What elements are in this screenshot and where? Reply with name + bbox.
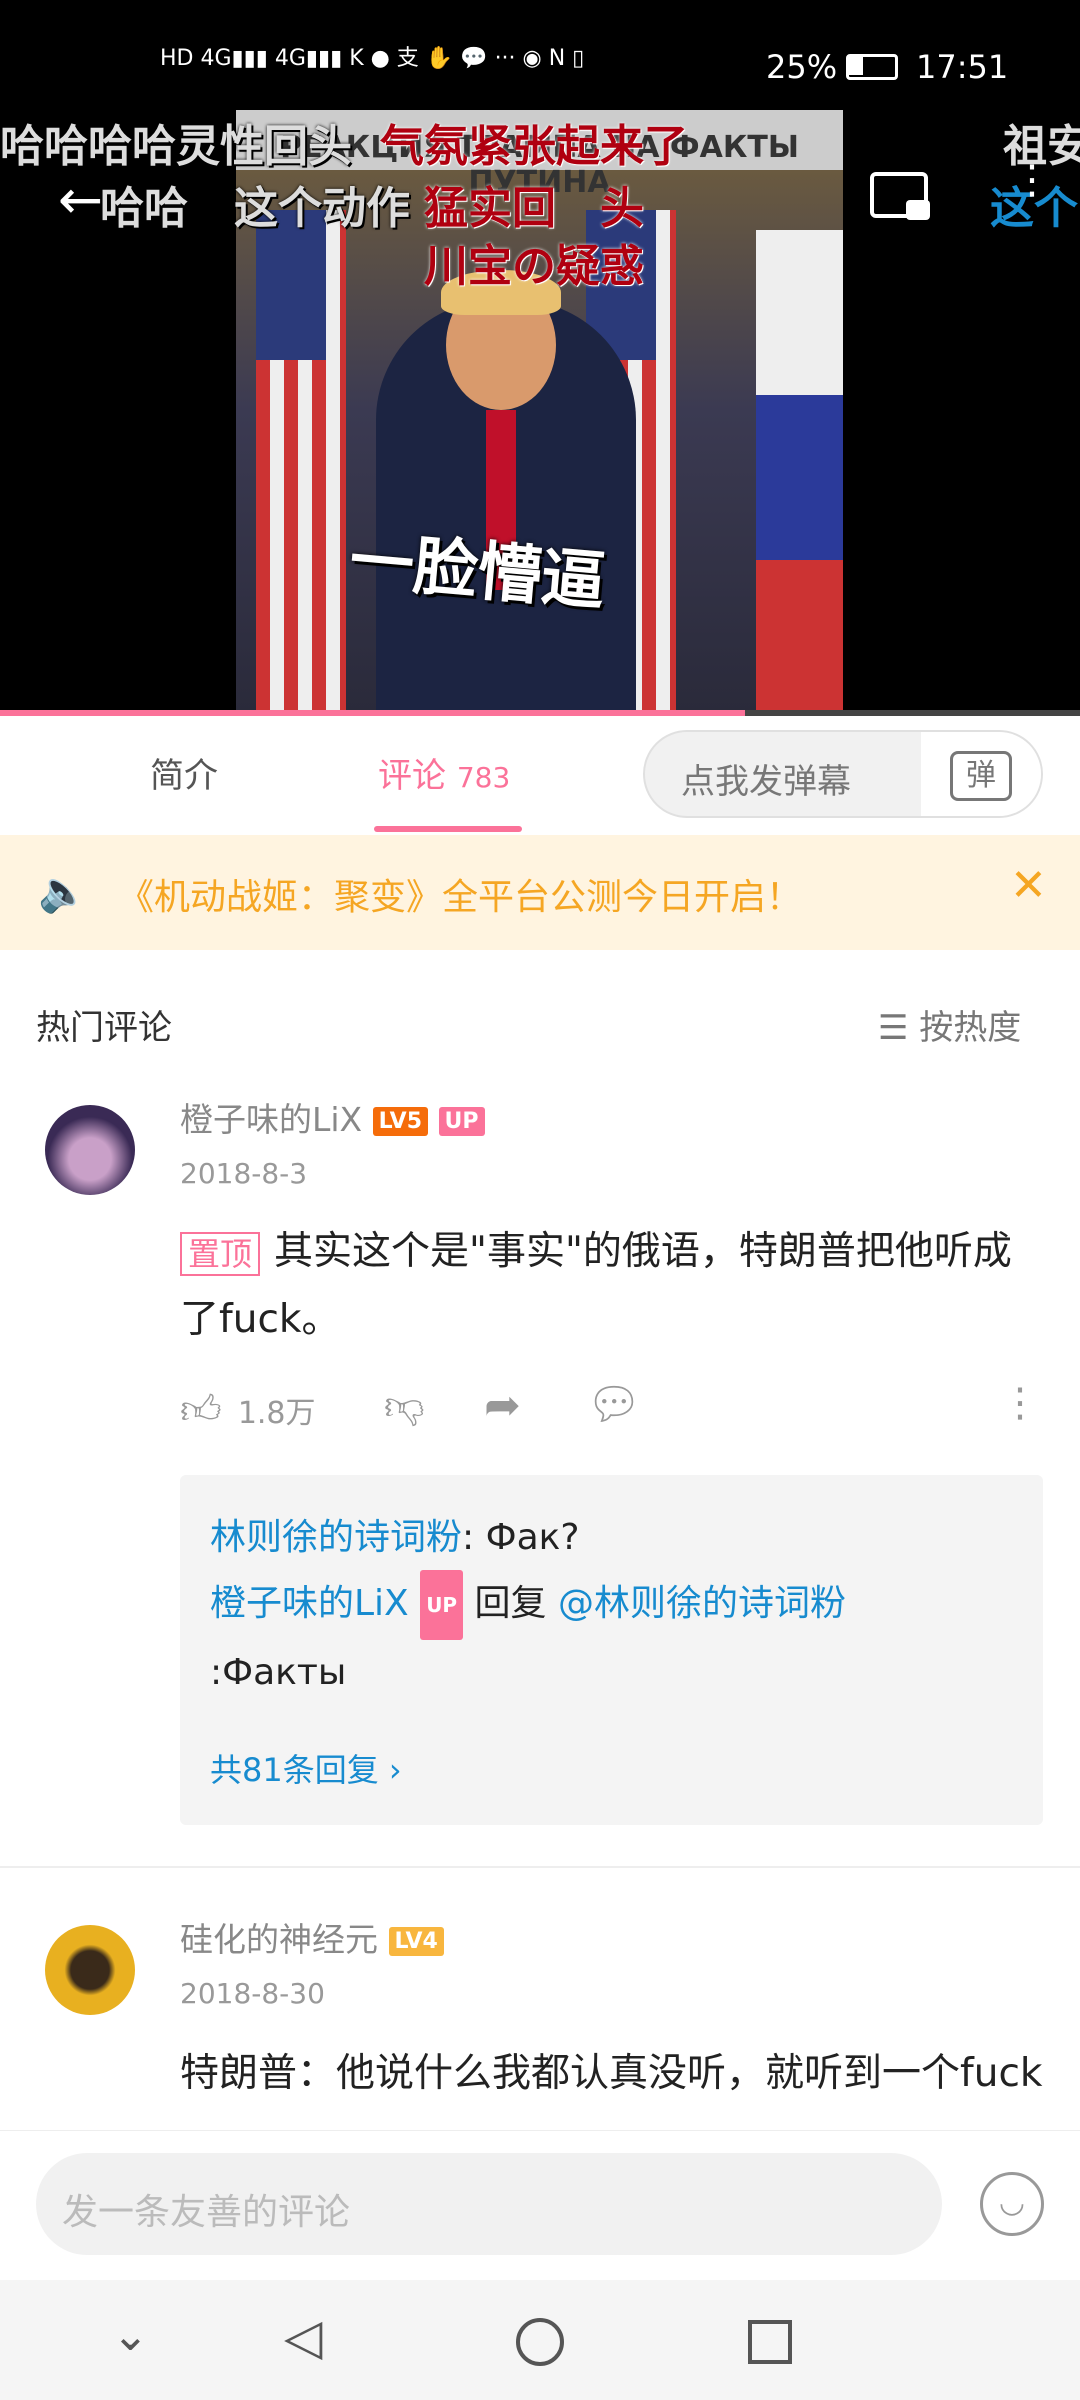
up-badge: UP xyxy=(420,1570,464,1640)
danmaku-send-button[interactable]: 弹 xyxy=(921,732,1041,816)
up-badge: UP xyxy=(438,1107,485,1136)
reply-verb: 回复 xyxy=(463,1583,558,1624)
reply-user[interactable]: 橙子味的LiX xyxy=(210,1583,409,1624)
reply-mention[interactable]: @林则徐的诗词粉 xyxy=(558,1583,846,1624)
notice-text[interactable]: 《机动战姬：聚变》全平台公测今日开启！ xyxy=(118,868,802,920)
comment-date: 2018-8-3 xyxy=(180,1157,308,1190)
reply-preview[interactable]: 林则徐的诗词粉: Фак? 橙子味的LiX UP 回复 @林则徐的诗词粉 :Фа… xyxy=(180,1475,1043,1825)
comment-author[interactable]: 橙子味的LiX LV5 UP xyxy=(180,1093,485,1141)
more-vertical-icon[interactable]: ⋮ xyxy=(1012,160,1052,200)
comment-count: 783 xyxy=(456,761,511,794)
level-badge: LV4 xyxy=(388,1927,444,1956)
danmaku: 气氛紧张起来了 xyxy=(380,121,688,172)
chevron-right-icon: › xyxy=(388,1751,402,1789)
close-icon[interactable]: ✕ xyxy=(1010,860,1047,911)
comment-text: 置顶 其实这个是"事实"的俄语，特朗普把他听成了fuck。 xyxy=(180,1218,1050,1354)
pinned-badge: 置顶 xyxy=(180,1231,261,1276)
recents-icon[interactable] xyxy=(748,2320,792,2364)
tab-comments-label: 评论 xyxy=(378,756,446,796)
more-replies-link[interactable]: 共81条回复 › xyxy=(210,1745,402,1791)
more-vertical-icon[interactable]: ⋮ xyxy=(1000,1380,1040,1426)
author-name: 硅化的神经元 xyxy=(180,1920,378,1959)
reply-icon[interactable]: 💬︎ xyxy=(586,1378,642,1430)
like-button[interactable]: 👍︎ 1.8万 xyxy=(180,1386,316,1434)
emoji-icon[interactable]: ◡ xyxy=(980,2172,1044,2236)
danmaku: 川宝の疑惑 xyxy=(424,241,644,292)
comment-input[interactable]: 发一条友善的评论 xyxy=(36,2153,942,2255)
sort-label: 按热度 xyxy=(919,1008,1022,1048)
signal-icons: HD 4G▮▮▮ 4G▮▮▮ K ● 支 ✋ 💬 ··· ◉ N ▯ xyxy=(160,46,585,71)
danmaku: 哈哈 xyxy=(100,183,188,234)
reply-item[interactable]: 橙子味的LiX UP 回复 @林则徐的诗词粉 :Факты xyxy=(210,1570,910,1706)
danmaku-tv-icon: 弹 xyxy=(950,751,1012,801)
collapse-icon[interactable]: ⌄ xyxy=(112,2310,149,2361)
danmaku: 这个动作 xyxy=(234,183,410,234)
reply-text: :Факты xyxy=(210,1652,347,1693)
comment-date: 2018-8-30 xyxy=(180,1977,325,2010)
list-icon: ☰ xyxy=(878,1008,909,1048)
share-icon[interactable]: ➦ xyxy=(484,1380,521,1431)
avatar[interactable] xyxy=(45,1105,135,1195)
battery-percent: 25% xyxy=(766,48,838,86)
tab-comments[interactable]: 评论 783 xyxy=(378,748,510,797)
sort-button[interactable]: ☰ 按热度 xyxy=(878,1000,1021,1049)
video-progress-bar[interactable] xyxy=(0,710,1080,716)
danmaku: 猛实回 头 xyxy=(424,183,644,234)
author-name: 橙子味的LiX xyxy=(180,1100,363,1139)
back-icon[interactable]: ◁ xyxy=(284,2308,322,2366)
battery-icon xyxy=(846,54,898,80)
avatar[interactable] xyxy=(45,1925,135,2015)
reply-item[interactable]: 林则徐的诗词粉: Фак? xyxy=(210,1505,580,1571)
danmaku-placeholder: 点我发弹幕 xyxy=(681,762,851,802)
section-title: 热门评论 xyxy=(36,1008,172,1048)
speaker-icon: 🔈 xyxy=(38,869,88,915)
tab-intro[interactable]: 简介 xyxy=(150,748,218,797)
tab-underline xyxy=(374,826,522,832)
comment-body: 其实这个是"事实"的俄语，特朗普把他听成了fuck。 xyxy=(180,1229,1012,1342)
like-count: 1.8万 xyxy=(237,1396,316,1431)
picture-in-picture-icon[interactable] xyxy=(870,172,930,220)
thumbs-up-icon: 👍︎ xyxy=(180,1387,222,1433)
comment-author[interactable]: 硅化的神经元 LV4 xyxy=(180,1913,444,1961)
progress-fill xyxy=(0,710,746,716)
back-arrow-icon[interactable]: ← xyxy=(58,168,103,231)
system-nav-bar: ⌄ ◁ xyxy=(0,2280,1080,2400)
home-icon[interactable] xyxy=(516,2318,564,2366)
level-badge: LV5 xyxy=(372,1107,428,1136)
video-player[interactable]: РЕАКЦИЯ ТРАМПА НА ФАКТЫ ПУТИНА 一脸懵逼 HD 4… xyxy=(0,0,1080,716)
clock: 17:51 xyxy=(916,48,1009,86)
more-replies-label: 共81条回复 xyxy=(210,1751,379,1789)
danmaku: 哈哈哈哈灵性回头 xyxy=(0,121,352,172)
comment-text: 特朗普：他说什么我都认真没听，就听到一个fuck xyxy=(180,2051,1043,2096)
divider xyxy=(0,1866,1080,1868)
reply-user[interactable]: 林则徐的诗词粉 xyxy=(210,1517,462,1558)
thumbs-down-icon[interactable]: 👎︎ xyxy=(384,1382,425,1430)
reply-text: : Фак? xyxy=(462,1517,580,1558)
danmaku-input[interactable]: 点我发弹幕 弹 xyxy=(643,730,1043,818)
